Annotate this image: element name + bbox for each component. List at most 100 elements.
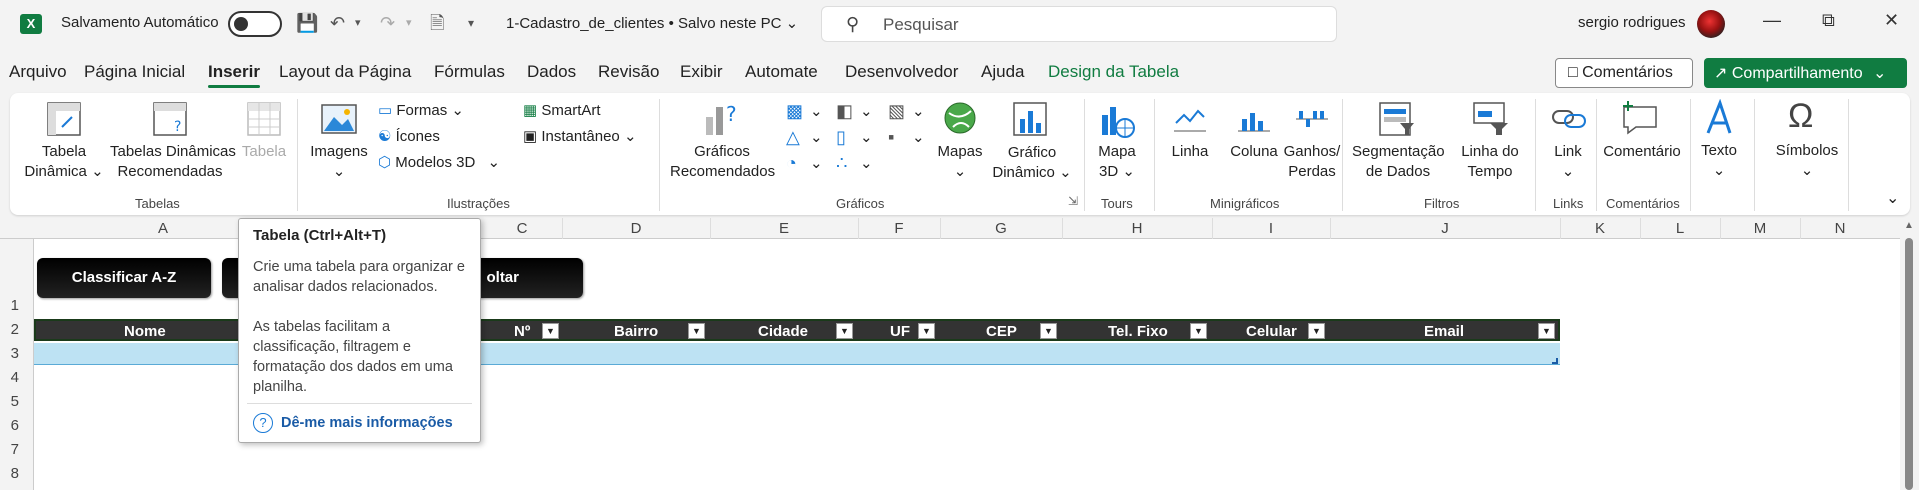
table-resize-handle[interactable] xyxy=(1552,358,1558,364)
pivot-table-button[interactable]: Tabela Dinâmica ⌄ xyxy=(24,142,104,182)
vertical-scrollbar[interactable]: ▲ xyxy=(1900,218,1919,490)
chevron-down-icon[interactable]: ⌄ xyxy=(860,154,873,172)
symbols-button[interactable]: Símbolos ⌄ xyxy=(1772,141,1842,181)
sparkline-winloss-button[interactable]: Ganhos/Perdas xyxy=(1282,142,1342,182)
filter-dropdown-icon[interactable]: ▼ xyxy=(918,323,935,339)
filter-dropdown-icon[interactable]: ▼ xyxy=(542,323,559,339)
line-chart-icon[interactable]: △ xyxy=(786,127,800,148)
tab-automate[interactable]: Automate xyxy=(745,62,818,82)
tab-pagina-inicial[interactable]: Página Inicial xyxy=(84,62,185,82)
screenshot-button[interactable]: ▣ Instantâneo ⌄ xyxy=(523,127,637,145)
waterfall-chart-icon[interactable]: ▧ xyxy=(888,101,905,122)
chevron-down-icon[interactable]: ⌄ xyxy=(810,102,823,120)
icons-button[interactable]: ☯ Ícones xyxy=(378,127,440,145)
tab-layout[interactable]: Layout da Página xyxy=(279,62,411,82)
tab-arquivo[interactable]: Arquivo xyxy=(9,62,67,82)
header-email[interactable]: Email xyxy=(1424,323,1464,340)
avatar[interactable] xyxy=(1697,10,1725,38)
tab-desenvolvedor[interactable]: Desenvolvedor xyxy=(845,62,958,82)
row-header-2[interactable]: 2 xyxy=(0,321,33,338)
timeline-button[interactable]: Linha do Tempo xyxy=(1450,142,1530,182)
column-chart-icon[interactable]: ▩ xyxy=(786,101,803,122)
tab-revisao[interactable]: Revisão xyxy=(598,62,659,82)
undo-icon[interactable]: ↶ xyxy=(330,12,345,34)
chevron-down-icon[interactable]: ⌄ xyxy=(860,102,873,120)
column-header-f[interactable]: F xyxy=(858,220,940,237)
file-name[interactable]: 1-Cadastro_de_clientes • Salvo neste PC … xyxy=(506,14,798,32)
save-icon[interactable]: 💾 xyxy=(296,12,318,34)
chevron-down-icon[interactable]: ⌄ xyxy=(860,128,873,146)
column-header-l[interactable]: L xyxy=(1640,220,1720,237)
row-header-4[interactable]: 4 xyxy=(0,369,33,386)
smartart-button[interactable]: ▦ SmartArt xyxy=(523,101,601,119)
collapse-ribbon-icon[interactable]: ⌄ xyxy=(1886,188,1899,208)
restore-icon[interactable]: ⧉ xyxy=(1822,10,1835,31)
chevron-down-icon[interactable]: ⌄ xyxy=(810,128,823,146)
new-comment-button[interactable]: Comentário xyxy=(1602,142,1682,162)
3d-map-button[interactable]: Mapa 3D ⌄ xyxy=(1092,142,1142,182)
tab-inserir[interactable]: Inserir xyxy=(208,62,260,88)
search-box[interactable]: ⚲ Pesquisar xyxy=(821,6,1337,42)
row-header-8[interactable]: 8 xyxy=(0,465,33,482)
sparkline-column-button[interactable]: Coluna xyxy=(1228,142,1280,162)
row-header-7[interactable]: 7 xyxy=(0,441,33,458)
column-header-j[interactable]: J xyxy=(1330,220,1560,237)
table-button[interactable]: Tabela xyxy=(238,142,290,162)
column-header-c[interactable]: C xyxy=(482,220,562,237)
filter-dropdown-icon[interactable]: ▼ xyxy=(1308,323,1325,339)
shapes-button[interactable]: ▭ Formas ⌄ xyxy=(378,101,464,119)
redo-dropdown-icon[interactable]: ▾ xyxy=(406,12,412,34)
tab-exibir[interactable]: Exibir xyxy=(680,62,723,82)
pie-chart-icon[interactable]: ◔ xyxy=(786,153,797,174)
row-header-6[interactable]: 6 xyxy=(0,417,33,434)
filter-dropdown-icon[interactable]: ▼ xyxy=(1190,323,1207,339)
row-header-5[interactable]: 5 xyxy=(0,393,33,410)
close-icon[interactable]: ✕ xyxy=(1884,10,1899,31)
tab-formulas[interactable]: Fórmulas xyxy=(434,62,505,82)
column-header-k[interactable]: K xyxy=(1560,220,1640,237)
tab-ajuda[interactable]: Ajuda xyxy=(981,62,1024,82)
filter-dropdown-icon[interactable]: ▼ xyxy=(1040,323,1057,339)
print-preview-icon[interactable]: 🗎 xyxy=(430,12,444,34)
sort-az-button[interactable]: Classificar A-Z xyxy=(37,258,211,298)
column-header-h[interactable]: H xyxy=(1062,220,1212,237)
recommended-charts-button[interactable]: Gráficos Recomendados xyxy=(670,142,775,182)
undo-dropdown-icon[interactable]: ▾ xyxy=(355,12,361,34)
header-cep[interactable]: CEP xyxy=(986,323,1017,340)
column-header-e[interactable]: E xyxy=(710,220,858,237)
header-nome[interactable]: Nome xyxy=(124,323,166,340)
column-header-d[interactable]: D xyxy=(562,220,710,237)
header-bairro[interactable]: Bairro xyxy=(614,323,658,340)
minimize-icon[interactable]: — xyxy=(1763,10,1781,31)
tab-design-tabela[interactable]: Design da Tabela xyxy=(1048,62,1179,82)
tab-dados[interactable]: Dados xyxy=(527,62,576,82)
header-numero[interactable]: Nº xyxy=(514,323,530,340)
pivot-chart-button[interactable]: Gráfico Dinâmico ⌄ xyxy=(992,143,1072,183)
column-header-n[interactable]: N xyxy=(1800,220,1880,237)
link-button[interactable]: Link ⌄ xyxy=(1544,142,1592,182)
hierarchy-chart-icon[interactable]: ◧ xyxy=(836,101,853,122)
dialog-launcher-icon[interactable]: ⇲ xyxy=(1068,194,1078,208)
maps-button[interactable]: Mapas ⌄ xyxy=(934,142,986,182)
filter-dropdown-icon[interactable]: ▼ xyxy=(688,323,705,339)
customize-toolbar-icon[interactable]: ▾ xyxy=(468,12,474,34)
share-button[interactable]: ↗ Compartilhamento ⌄ xyxy=(1704,58,1907,88)
redo-icon[interactable]: ↷ xyxy=(380,12,395,34)
header-uf[interactable]: UF xyxy=(890,323,910,340)
recommended-pivot-button[interactable]: Tabelas Dinâmicas Recomendadas xyxy=(110,142,236,182)
autosave-toggle[interactable] xyxy=(228,11,282,37)
chevron-down-icon[interactable]: ⌄ xyxy=(810,154,823,172)
slicer-button[interactable]: Segmentação de Dados xyxy=(1352,142,1445,182)
header-tel-fixo[interactable]: Tel. Fixo xyxy=(1108,323,1168,340)
images-button[interactable]: Imagens ⌄ xyxy=(308,142,370,182)
comments-button[interactable]: □ Comentários xyxy=(1555,58,1693,88)
column-header-m[interactable]: M xyxy=(1720,220,1800,237)
header-celular[interactable]: Celular xyxy=(1246,323,1297,340)
text-button[interactable]: Texto ⌄ xyxy=(1694,141,1744,181)
tell-me-more-link[interactable]: Dê-me mais informações xyxy=(281,415,453,431)
scroll-up-icon[interactable]: ▲ xyxy=(1904,220,1914,231)
header-cidade[interactable]: Cidade xyxy=(758,323,808,340)
filter-dropdown-icon[interactable]: ▼ xyxy=(1538,323,1555,339)
combo-chart-icon[interactable]: ▪ xyxy=(888,127,894,148)
chevron-down-icon[interactable]: ⌄ xyxy=(912,102,925,120)
